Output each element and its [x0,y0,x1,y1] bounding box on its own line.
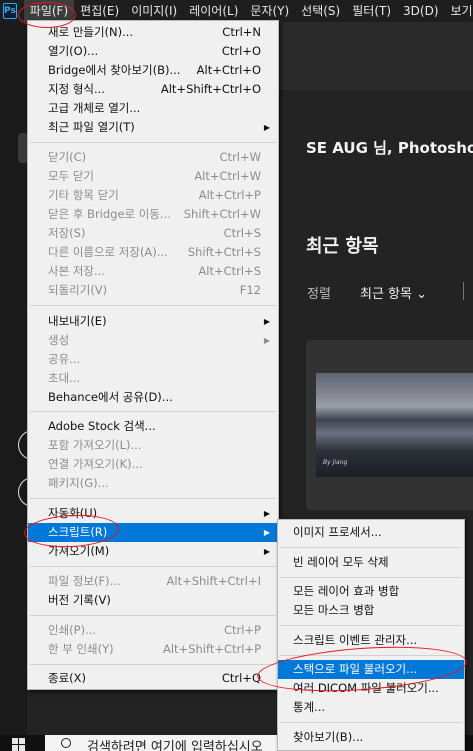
submenu-item-statistics[interactable]: 통계... [278,698,464,717]
menu-item-package: 패키지(G)... [48,476,109,490]
windows-start-icon[interactable] [12,738,26,751]
sort-label: 정렬 [307,287,331,302]
menu-item-new[interactable]: 새로 만들기(N)... Ctrl+N [28,23,278,42]
photoshop-logo[interactable]: Ps [3,3,17,19]
menu-file[interactable]: 파일(F) [23,0,75,22]
submenu-item-load-files-into-stack[interactable]: 스택으로 파일 불러오기... [278,660,464,679]
menu-separator [30,411,276,412]
menu-item-open-smart-object[interactable]: 고급 개체로 열기... [28,99,278,118]
left-strip [0,22,27,735]
menu-item-close: 닫기(C) Ctrl+W [48,150,261,164]
menu-item-place-embedded: 포함 가져오기(L)... [48,438,142,452]
menu-separator [280,547,462,548]
menu-item-revert: 되돌리기(V) F12 [48,283,261,297]
menu-separator [280,625,462,626]
submenu-item-delete-empty-layers[interactable]: 빈 레이어 모두 삭제 [278,553,464,572]
file-menu-dropdown: 새로 만들기(N)... Ctrl+N 열기(O)... Ctrl+O Bridge… [27,20,279,690]
submenu-arrow-icon: ▶ [263,528,270,537]
menu-item-close-others: 기타 항목 닫기 Alt+Ctrl+P [48,188,261,202]
menu-filter[interactable]: 필터(T) [346,0,397,22]
menu-item-save-copy: 사본 저장... Alt+Ctrl+S [48,264,261,278]
menu-item-scripts[interactable]: 스크립트(R) ▶ [28,523,278,542]
menu-item-file-info: 파일 정보(F)... Alt+Shift+Ctrl+I [48,574,261,588]
menu-item-generate: 생성 ▶ [28,331,278,350]
menu-3d[interactable]: 3D(D) [397,0,444,22]
menu-item-save-as: 다른 이름으로 저장(A)... Shift+Ctrl+S [48,245,261,259]
menubar: Ps 파일(F) 편집(E) 이미지(I) 레이어(L) 문자(Y) 선택(S)… [0,0,473,22]
scripts-submenu: 이미지 프로세서... 빈 레이어 모두 삭제 모든 레이어 효과 병합 모든 … [277,519,465,751]
submenu-item-browse[interactable]: 찾아보기(B)... [278,728,464,747]
submenu-arrow-icon: ▶ [263,336,270,345]
menu-separator [30,566,276,567]
menu-separator [30,142,276,143]
submenu-arrow-icon: ▶ [263,547,270,556]
menu-item-close-go-bridge: 닫은 후 Bridge로 이동... Shift+Ctrl+W [48,207,261,221]
menu-layer[interactable]: 레이어(L) [183,0,244,22]
taskbar-search-placeholder: 검색하려면 여기에 입력하십시오 [87,740,263,751]
menu-image[interactable]: 이미지(I) [125,0,183,22]
menu-item-open[interactable]: 열기(O)... Ctrl+O [28,42,278,61]
menu-item-open-as[interactable]: 지정 형식... Alt+Shift+Ctrl+O [28,80,278,99]
submenu-item-image-processor[interactable]: 이미지 프로세서... [278,523,464,542]
menu-item-place-linked: 연결 가져오기(K)... [48,457,143,471]
menu-separator [30,498,276,499]
menu-separator [280,722,462,723]
menu-item-export[interactable]: 내보내기(E) ▶ [28,312,278,331]
submenu-arrow-icon: ▶ [263,317,270,326]
recent-items-title: 최근 항목 [306,236,379,257]
menu-item-share-behance[interactable]: Behance에서 공유(D)... [28,388,278,407]
submenu-item-flatten-masks[interactable]: 모든 마스크 병합 [278,601,464,620]
menu-select[interactable]: 선택(S) [295,0,346,22]
menu-item-automate[interactable]: 자동화(U) ▶ [28,504,278,523]
submenu-item-flatten-layer-effects[interactable]: 모든 레이어 효과 병합 [278,582,464,601]
menu-item-version-history[interactable]: 버전 기록(V) [28,591,278,610]
menu-item-import[interactable]: 가져오기(M) ▶ [28,542,278,561]
menu-item-close-all: 모두 닫기 Alt+Ctrl+W [48,169,261,183]
menu-item-share: 공유... [48,352,81,366]
menu-item-print-one-copy: 한 부 인쇄(Y) Alt+Shift+Ctrl+P [48,642,261,656]
menu-separator [280,655,462,656]
submenu-item-load-dicom-files[interactable]: 여러 DICOM 파일 불러오기... [278,679,464,698]
taskbar-search-box[interactable]: 검색하려면 여기에 입력하십시오 [45,735,280,751]
thumbnail-watermark: By Jiang [323,459,348,466]
submenu-arrow-icon: ▶ [263,509,270,518]
menu-separator [280,577,462,578]
menu-item-print: 인쇄(P)... Ctrl+P [48,623,261,637]
search-icon [61,738,71,748]
divider [463,282,464,300]
menu-separator [30,615,276,616]
menu-type[interactable]: 문자(Y) [244,0,295,22]
menu-view[interactable]: 보기(V) [445,0,473,22]
menu-item-save: 저장(S) Ctrl+S [48,226,261,240]
menu-item-exit[interactable]: 종료(X) Ctrl+Q [28,669,278,688]
menu-separator [30,664,276,665]
menu-item-search-adobe-stock[interactable]: Adobe Stock 검색... [28,417,278,436]
menu-separator [30,305,276,306]
menu-item-open-recent[interactable]: 최근 파일 열기(T) ▶ [28,118,278,137]
submenu-item-script-events-manager[interactable]: 스크립트 이벤트 관리자... [278,631,464,650]
sort-dropdown[interactable]: 최근 항목 ⌄ [360,283,427,302]
submenu-arrow-icon: ▶ [263,123,270,132]
menu-edit[interactable]: 편집(E) [74,0,125,22]
menu-item-invite: 초대... [48,371,81,385]
welcome-heading: SE AUG 님, Photoshop [306,139,473,157]
menu-item-browse-bridge[interactable]: Bridge에서 찾아보기(B)... Alt+Ctrl+O [28,61,278,80]
